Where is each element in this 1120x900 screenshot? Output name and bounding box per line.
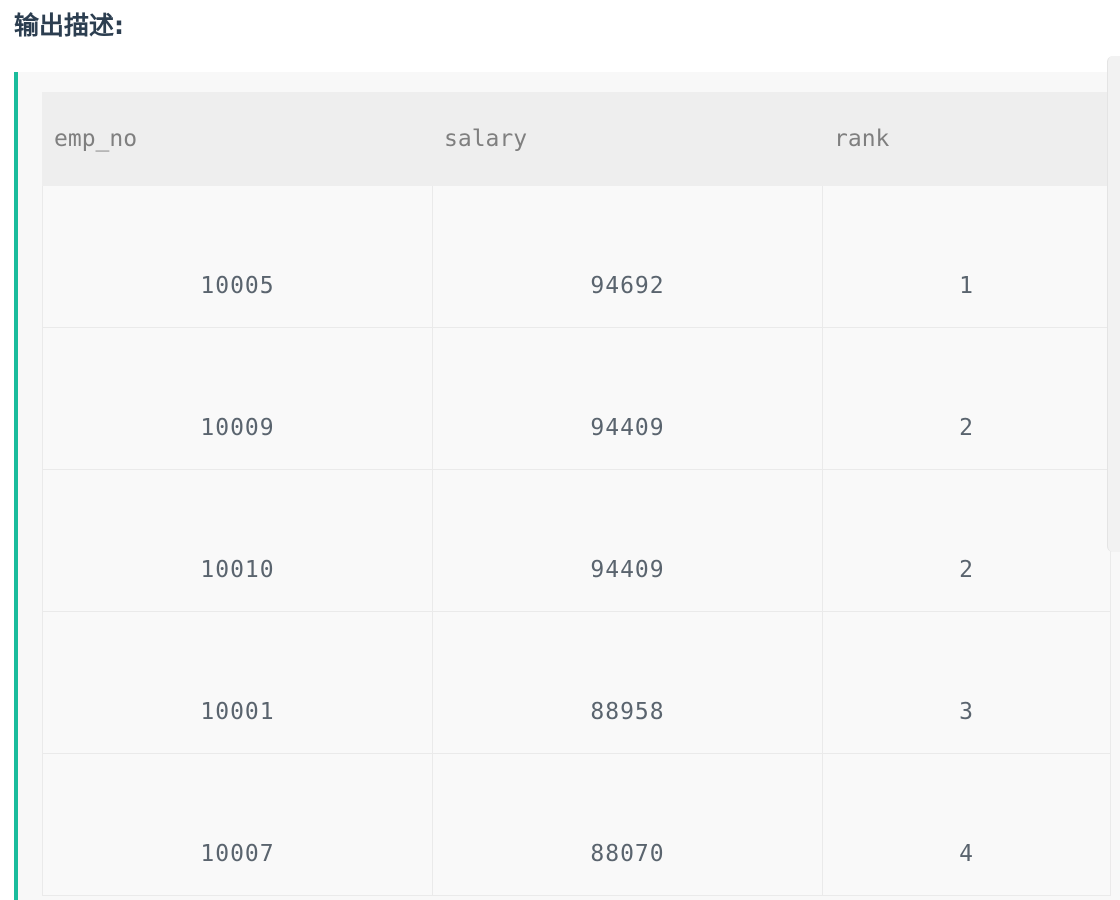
table-row: 10009 94409 2 [42,327,1111,470]
table-header-row: emp_no salary rank [42,92,1111,186]
result-table: emp_no salary rank 10005 94692 1 10009 9… [42,92,1111,896]
cell-rank: 1 [822,185,1111,328]
table-row: 10010 94409 2 [42,469,1111,612]
cell-salary: 94409 [432,327,823,470]
vertical-scrollbar[interactable] [1107,56,1120,552]
cell-emp-no: 10001 [42,611,433,754]
cell-rank: 2 [822,469,1111,612]
cell-rank: 4 [822,753,1111,896]
cell-salary: 94409 [432,469,823,612]
table-row: 10001 88958 3 [42,611,1111,754]
cell-rank: 3 [822,611,1111,754]
cell-emp-no: 10009 [42,327,433,470]
cell-salary: 88070 [432,753,823,896]
column-header-rank: rank [822,92,1111,186]
column-header-emp-no: emp_no [42,92,433,186]
output-blockquote: emp_no salary rank 10005 94692 1 10009 9… [14,72,1120,900]
cell-emp-no: 10005 [42,185,433,328]
table-row: 10005 94692 1 [42,185,1111,328]
table-row: 10007 88070 4 [42,753,1111,896]
output-description-heading: 输出描述: [14,11,124,40]
cell-rank: 2 [822,327,1111,470]
column-header-salary: salary [432,92,823,186]
cell-emp-no: 10010 [42,469,433,612]
cell-salary: 88958 [432,611,823,754]
cell-salary: 94692 [432,185,823,328]
cell-emp-no: 10007 [42,753,433,896]
